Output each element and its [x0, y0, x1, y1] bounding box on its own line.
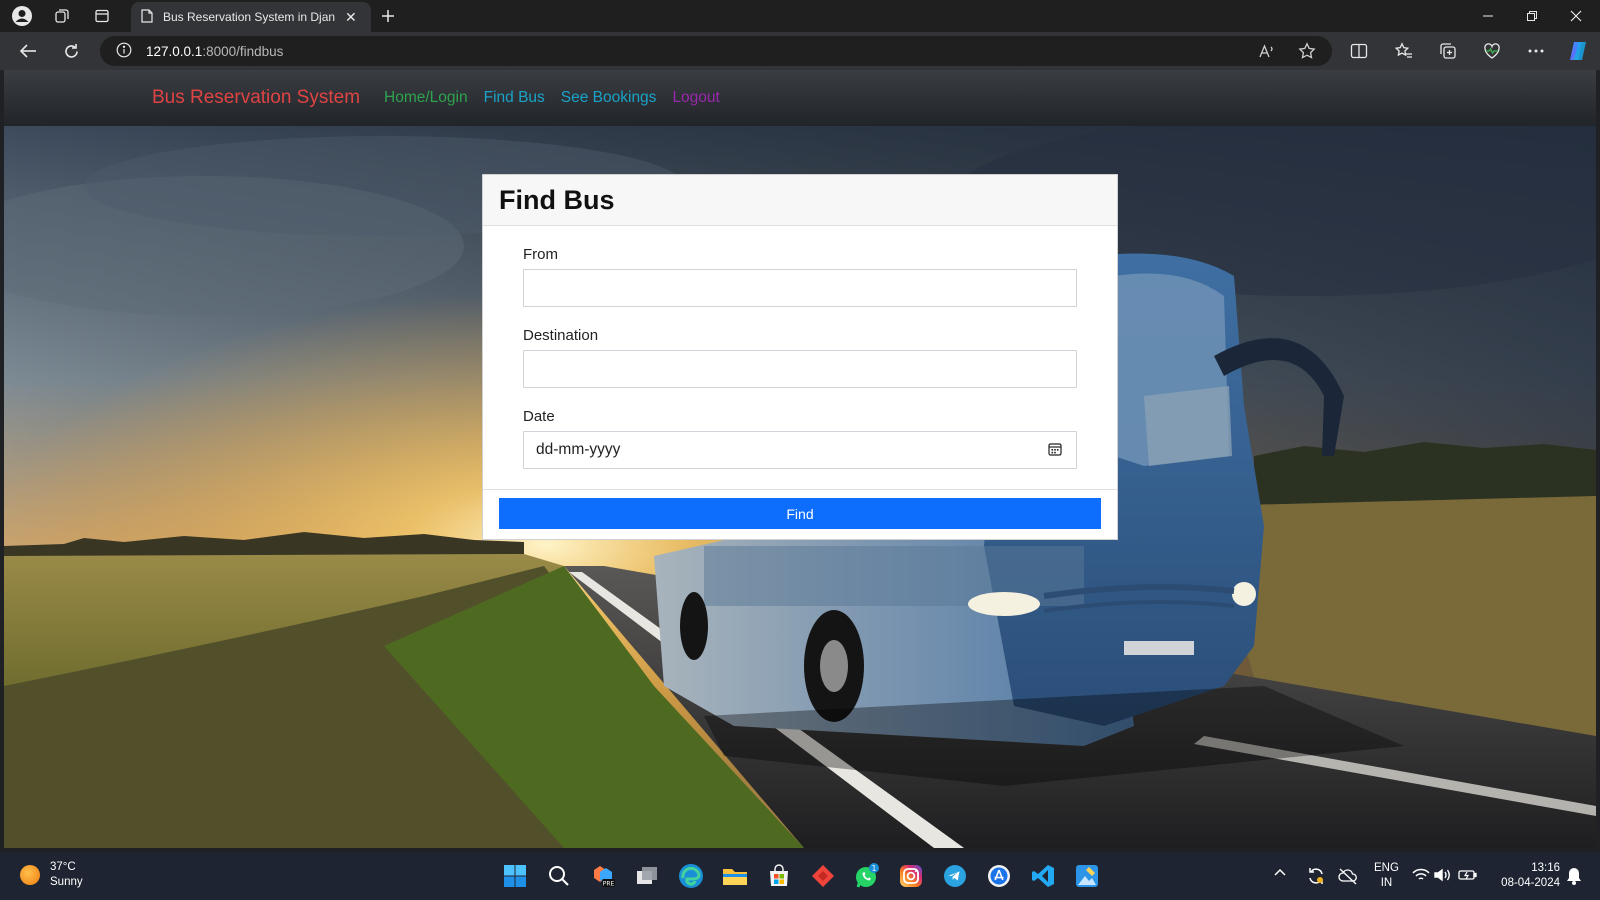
clock[interactable]: 13:16 08-04-2024 [1490, 861, 1560, 891]
favorites-icon[interactable] [1389, 38, 1419, 64]
page-icon [141, 8, 153, 26]
language-code: ENG [1374, 862, 1399, 874]
favorite-star-icon[interactable] [1294, 38, 1320, 64]
tab-title: Bus Reservation System in Djang [163, 10, 335, 24]
nav-link-find-bus[interactable]: Find Bus [484, 89, 545, 107]
site-info-icon[interactable] [116, 42, 132, 61]
region-code: IN [1380, 877, 1393, 889]
split-screen-icon[interactable] [1344, 38, 1374, 64]
nav-link-logout[interactable]: Logout [672, 89, 719, 107]
destination-label: Destination [523, 327, 599, 344]
browser-tab-bar: Bus Reservation System in Djang ✕ [0, 0, 1600, 32]
find-button[interactable]: Find [499, 498, 1101, 529]
clock-time: 13:16 [1531, 862, 1560, 874]
restore-icon[interactable] [1512, 4, 1552, 28]
vscode-icon[interactable] [1029, 862, 1057, 890]
destination-input[interactable] [523, 350, 1077, 388]
weather-temperature: 37°C [50, 861, 76, 873]
new-tab-icon[interactable] [374, 4, 402, 28]
telegram-icon[interactable] [941, 862, 969, 890]
microsoft-store-icon[interactable] [765, 862, 793, 890]
file-explorer-icon[interactable] [721, 862, 749, 890]
card-header: Find Bus [483, 175, 1117, 226]
nav-link-home-login[interactable]: Home/Login [384, 89, 468, 107]
tab-actions-icon[interactable] [88, 4, 116, 28]
from-input[interactable] [523, 269, 1077, 307]
wifi-icon[interactable] [1412, 868, 1430, 882]
date-label: Date [523, 408, 555, 425]
sun-icon [20, 865, 40, 885]
svg-text:PRE: PRE [603, 881, 615, 888]
close-window-icon[interactable] [1556, 4, 1596, 28]
date-field: dd-mm-yyyy [523, 431, 1077, 469]
copilot-preview-icon[interactable]: PRE [589, 862, 617, 890]
url-field[interactable]: 127.0.0.1:8000/findbus [100, 36, 1332, 66]
instagram-icon[interactable] [897, 862, 925, 890]
page-title: Find Bus [499, 184, 615, 215]
minimize-icon[interactable] [1468, 4, 1508, 28]
back-icon[interactable] [13, 37, 43, 65]
url-host: 127.0.0.1 [146, 43, 203, 59]
nav-link-see-bookings[interactable]: See Bookings [561, 89, 657, 107]
app-store-icon[interactable] [985, 862, 1013, 890]
calendar-icon[interactable] [1047, 441, 1063, 457]
whatsapp-icon[interactable]: 1 [853, 862, 881, 890]
notification-bell-icon[interactable] [1566, 867, 1582, 885]
paint-app-icon[interactable] [1073, 862, 1101, 890]
browser-essentials-icon[interactable] [1477, 38, 1507, 64]
clock-date: 08-04-2024 [1501, 877, 1560, 889]
profile-icon[interactable] [8, 4, 36, 28]
collections-icon[interactable] [1433, 38, 1463, 64]
whatsapp-badge: 1 [872, 864, 877, 873]
more-options-icon[interactable] [1521, 38, 1551, 64]
find-bus-card: Find Bus From Destination Date dd-mm-yyy… [482, 174, 1118, 540]
brand-title[interactable]: Bus Reservation System [152, 87, 360, 109]
copilot-icon[interactable] [1563, 38, 1593, 64]
input-language[interactable]: ENG IN [1374, 861, 1399, 891]
from-label: From [523, 246, 558, 263]
weather-condition: Sunny [50, 876, 83, 888]
workspaces-icon[interactable] [48, 4, 76, 28]
weather-widget[interactable]: 37°C Sunny [20, 860, 83, 890]
windows-start-icon[interactable] [501, 862, 529, 890]
date-input[interactable]: dd-mm-yyyy [523, 431, 1077, 469]
show-hidden-icons-chevron[interactable] [1274, 868, 1286, 876]
task-view-icon[interactable] [633, 862, 661, 890]
card-body: From Destination Date dd-mm-yyyy [483, 226, 1117, 490]
card-footer: Find [483, 490, 1117, 537]
sync-icon[interactable] [1306, 866, 1326, 886]
edge-browser-icon[interactable] [677, 862, 705, 890]
volume-icon[interactable] [1434, 868, 1452, 882]
anydesk-icon[interactable] [809, 862, 837, 890]
address-bar: 127.0.0.1:8000/findbus [0, 32, 1600, 70]
read-aloud-icon[interactable] [1254, 38, 1280, 64]
close-tab-icon[interactable]: ✕ [345, 9, 357, 26]
battery-icon[interactable] [1458, 868, 1478, 882]
taskbar: 37°C Sunny PRE 1 ENG IN 13:16 08-04-2024 [0, 852, 1600, 900]
site-navbar: Bus Reservation System Home/Login Find B… [4, 70, 1596, 126]
url-path: :8000/findbus [202, 43, 284, 59]
refresh-icon[interactable] [56, 37, 86, 65]
date-placeholder: dd-mm-yyyy [536, 441, 621, 458]
tab-active[interactable]: Bus Reservation System in Djang ✕ [131, 2, 371, 32]
search-icon[interactable] [545, 862, 573, 890]
cloud-offline-icon[interactable] [1338, 867, 1358, 885]
page-viewport: Bus Reservation System Home/Login Find B… [4, 70, 1596, 848]
